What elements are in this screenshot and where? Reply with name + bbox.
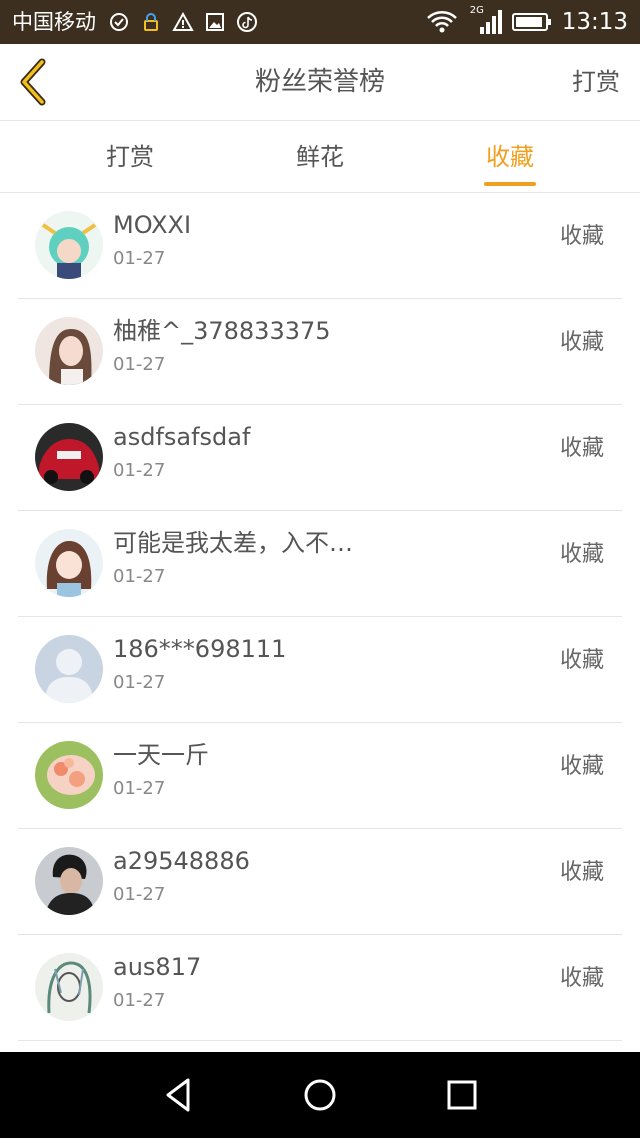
fan-date: 01-27 — [113, 672, 166, 693]
home-circle-icon[interactable] — [299, 1074, 341, 1116]
system-nav-bar — [0, 1052, 640, 1138]
list-item[interactable]: 一天一斤 01-27 收藏 — [18, 723, 622, 829]
fan-name: 柚稚^_378833375 — [113, 317, 331, 345]
fan-date: 01-27 — [113, 566, 166, 587]
active-tab-indicator — [484, 182, 536, 186]
image-icon — [206, 13, 224, 31]
recents-square-icon[interactable] — [441, 1074, 483, 1116]
list-item[interactable]: aus817 01-27 收藏 — [18, 935, 622, 1041]
status-right: 2G 13:13 — [426, 5, 628, 38]
fan-name: 一天一斤 — [113, 741, 209, 769]
fan-name: 186***698111 — [113, 635, 287, 663]
gift-type: 收藏 — [559, 648, 604, 673]
fan-date: 01-27 — [113, 248, 166, 269]
alert-icon — [172, 11, 194, 31]
tab-bar: 打赏 鲜花 收藏 — [0, 121, 640, 193]
tab-reward[interactable]: 打赏 — [65, 121, 195, 192]
fan-date: 01-27 — [113, 884, 166, 905]
gift-type: 收藏 — [559, 224, 604, 249]
app-header: 粉丝荣誉榜 打赏 — [0, 44, 640, 121]
avatar — [35, 317, 103, 385]
avatar — [35, 529, 103, 597]
carrier-label: 中国移动 — [12, 10, 96, 34]
signal-icon: 2G — [468, 5, 502, 35]
avatar — [35, 847, 103, 915]
network-type: 2G — [469, 5, 484, 16]
fan-name: aus817 — [113, 953, 202, 981]
list-item[interactable] — [18, 1041, 622, 1052]
back-triangle-icon[interactable] — [158, 1074, 200, 1116]
fan-list: MOXXI 01-27 收藏 柚稚^_378833375 01-27 收藏 as… — [0, 193, 640, 1052]
vpn-lock-icon — [144, 13, 158, 31]
list-item[interactable]: MOXXI 01-27 收藏 — [18, 193, 622, 299]
avatar — [35, 211, 103, 279]
tab-flowers[interactable]: 鲜花 — [255, 121, 385, 192]
avatar — [35, 741, 103, 809]
page-title: 粉丝荣誉榜 — [254, 67, 385, 97]
fan-date: 01-27 — [113, 460, 166, 481]
list-item[interactable]: a29548886 01-27 收藏 — [18, 829, 622, 935]
fan-date: 01-27 — [113, 990, 166, 1011]
gift-type: 收藏 — [559, 330, 604, 355]
list-item[interactable]: asdfsafsdaf 01-27 收藏 — [18, 405, 622, 511]
avatar — [35, 953, 103, 1021]
sync-icon — [110, 13, 128, 31]
fan-name: MOXXI — [113, 211, 192, 239]
clock: 13:13 — [561, 9, 628, 35]
gift-type: 收藏 — [559, 860, 604, 885]
avatar — [35, 635, 103, 703]
list-item[interactable]: 柚稚^_378833375 01-27 收藏 — [18, 299, 622, 405]
wifi-icon — [426, 11, 457, 33]
gift-type: 收藏 — [559, 754, 604, 779]
reward-button[interactable]: 打赏 — [572, 64, 620, 100]
status-bar: 中国移动 2G 13:13 — [0, 0, 640, 44]
battery-icon — [511, 13, 551, 31]
gift-type: 收藏 — [559, 436, 604, 461]
gift-type: 收藏 — [559, 542, 604, 567]
fan-name: asdfsafsdaf — [113, 423, 251, 451]
fan-name: a29548886 — [113, 847, 250, 875]
notification-icons — [108, 11, 258, 33]
fan-date: 01-27 — [113, 354, 166, 375]
fan-name: 可能是我太差，入不… — [113, 529, 353, 557]
fan-date: 01-27 — [113, 778, 166, 799]
list-item[interactable]: 可能是我太差，入不… 01-27 收藏 — [18, 511, 622, 617]
tiktok-icon — [237, 12, 257, 32]
avatar — [35, 423, 103, 491]
list-item[interactable]: 186***698111 01-27 收藏 — [18, 617, 622, 723]
gift-type: 收藏 — [559, 966, 604, 991]
